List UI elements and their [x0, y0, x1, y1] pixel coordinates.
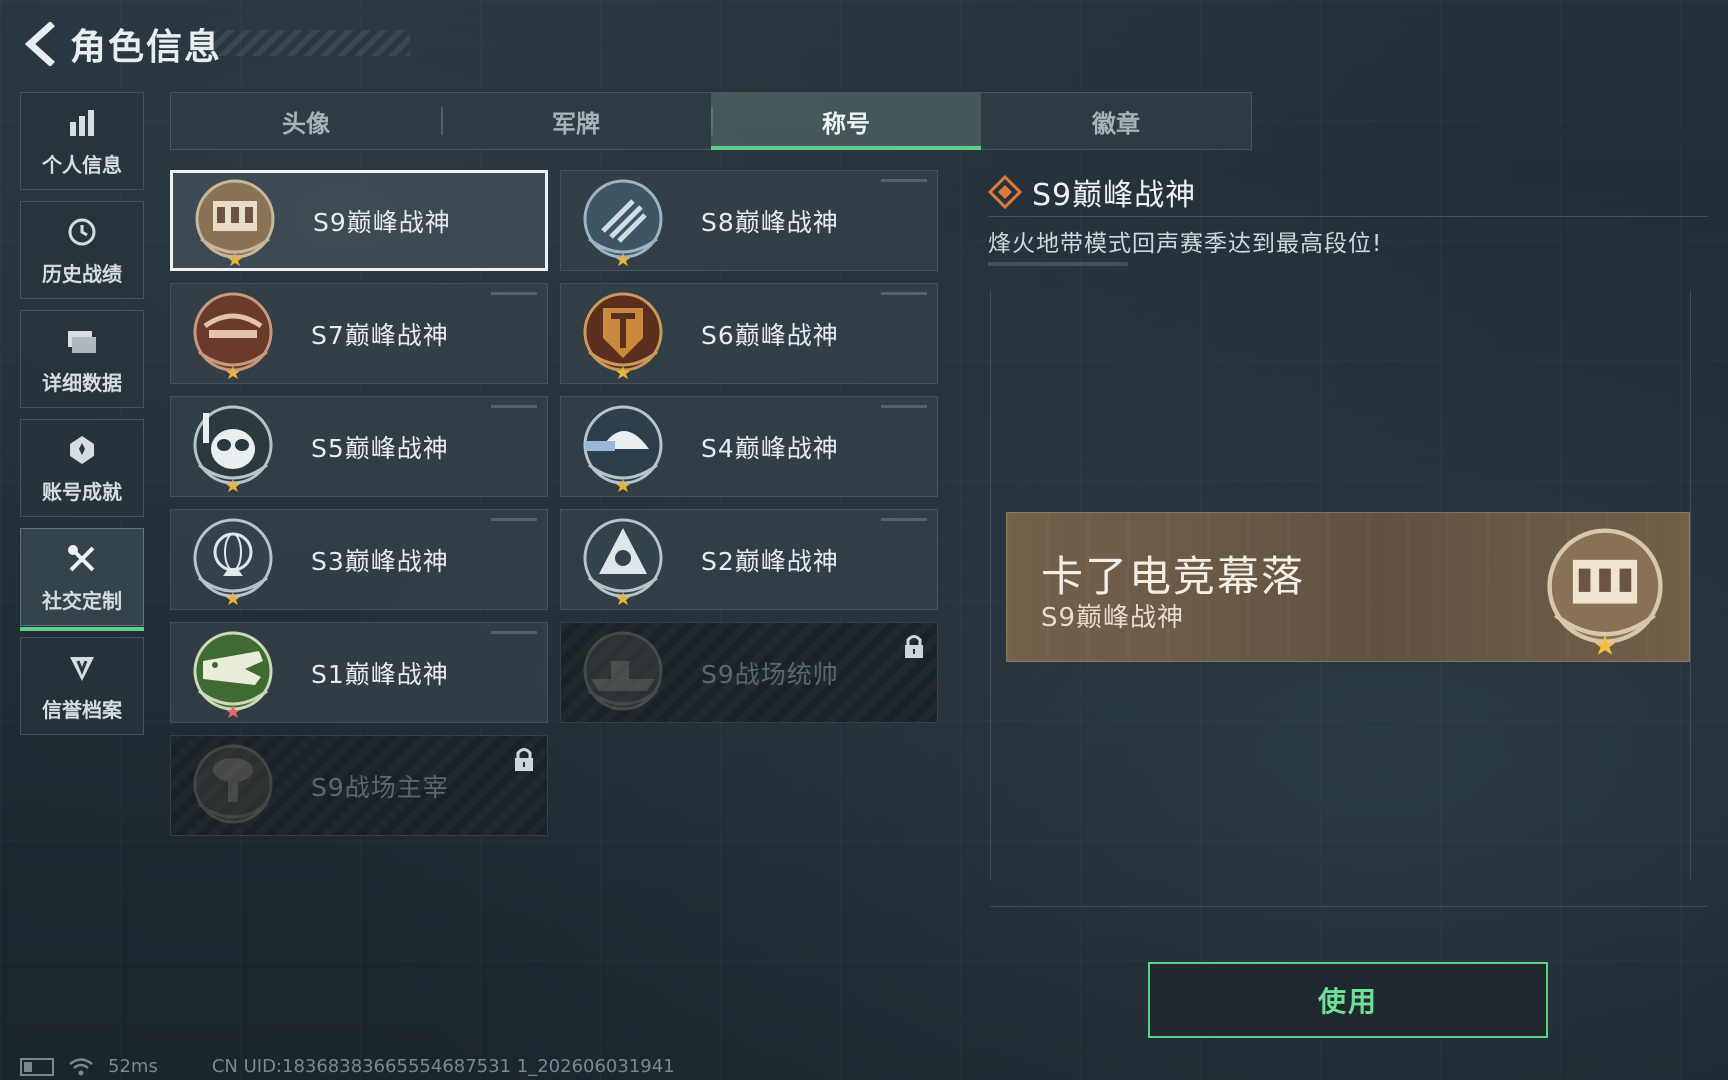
sidebar-item-social[interactable]: 社交定制 [20, 528, 144, 631]
preview-frame-right [1690, 290, 1691, 880]
preview-frame-left [990, 290, 991, 880]
title-name: S7巅峰战神 [311, 320, 449, 350]
dam-gate-emblem-icon [195, 179, 275, 266]
tab-bar: 头像 军牌 称号 徽章 [170, 92, 1252, 150]
dam-gate-emblem-icon [1547, 528, 1663, 655]
diamond-icon [988, 175, 1022, 209]
title-name: S2巅峰战神 [701, 546, 839, 576]
sidebar-item-achievements[interactable]: 账号成就 [20, 419, 144, 517]
ping-text: 52ms [108, 1056, 158, 1077]
sidebar-item-label: 个人信息 [42, 152, 122, 177]
title-card-s7-peak[interactable]: S7巅峰战神 [170, 283, 548, 384]
back-arrow-icon [24, 22, 55, 66]
title-name: S3巅峰战神 [311, 546, 449, 576]
preview-frame-bottom [990, 906, 1708, 907]
title-name: S4巅峰战神 [701, 433, 839, 463]
detail-header: S9巅峰战神 [988, 170, 1196, 214]
card-corner-decoration [491, 292, 537, 295]
tab-dogtag[interactable]: 军牌 [441, 93, 711, 149]
title-card-s4-peak[interactable]: S4巅峰战神 [560, 396, 938, 497]
title-decoration [210, 30, 410, 56]
status-footer: 52ms CN UID:18368383665554687531 1_20260… [20, 1056, 675, 1077]
title-card-s3-peak[interactable]: S3巅峰战神 [170, 509, 548, 610]
achievement-icon [64, 432, 100, 468]
card-corner-decoration [881, 179, 927, 182]
sidebar-item-reputation[interactable]: 信誉档案 [20, 637, 144, 735]
title-card-s6-peak[interactable]: S6巅峰战神 [560, 283, 938, 384]
page-title: 角色信息 [70, 27, 223, 68]
use-button[interactable]: 使用 [1148, 962, 1548, 1038]
title-card-s2-peak[interactable]: S2巅峰战神 [560, 509, 938, 610]
diver-skull-emblem-icon [193, 405, 273, 492]
title-name: S6巅峰战神 [701, 320, 839, 350]
tab-title[interactable]: 称号 [711, 93, 981, 150]
title-card-s8-peak[interactable]: S8巅峰战神 [560, 170, 938, 271]
tab-badge[interactable]: 徽章 [981, 93, 1251, 149]
sidebar: 个人信息 历史战绩 详细数据 账号成就 社交定制 信誉档案 [20, 92, 144, 746]
detail-sub-decoration [988, 262, 1128, 266]
folder-icon [64, 323, 100, 359]
detail-title: S9巅峰战神 [1032, 178, 1197, 213]
title-name: S9巅峰战神 [313, 207, 451, 237]
title-name: S8巅峰战神 [701, 207, 839, 237]
card-corner-decoration [491, 631, 537, 634]
lock-icon [515, 748, 533, 771]
back-button[interactable] [20, 20, 60, 68]
detail-divider [988, 216, 1708, 217]
card-corner-decoration [881, 292, 927, 295]
sidebar-item-details[interactable]: 详细数据 [20, 310, 144, 408]
sidebar-item-label: 详细数据 [42, 370, 122, 395]
wifi-icon [69, 1057, 93, 1075]
warship-emblem-icon [583, 631, 663, 710]
tools-icon [64, 541, 100, 577]
sidebar-item-label: 信誉档案 [42, 697, 122, 722]
sidebar-item-profile[interactable]: 个人信息 [20, 92, 144, 190]
card-corner-decoration [881, 405, 927, 408]
detail-description: 烽火地带模式回声赛季达到最高段位! [988, 231, 1383, 257]
title-card-s5-peak[interactable]: S5巅峰战神 [170, 396, 548, 497]
uid-text: CN UID:18368383665554687531 1_2026060319… [211, 1056, 675, 1077]
card-corner-decoration [491, 518, 537, 521]
preview-title: S9巅峰战神 [1041, 603, 1185, 633]
globe-emblem-icon [193, 518, 273, 605]
header: 角色信息 [20, 18, 222, 70]
title-card-s9-commander[interactable]: S9战场统帅 [560, 622, 938, 723]
title-preview-banner: 卡了电竞幕落 S9巅峰战神 [1006, 512, 1690, 662]
title-name: S1巅峰战神 [311, 659, 449, 689]
preview-player-name: 卡了电竞幕落 [1041, 552, 1306, 601]
title-name: S9战场主宰 [311, 772, 449, 802]
title-name: S9战场统帅 [701, 659, 839, 689]
mushroom-cloud-emblem-icon [193, 744, 273, 823]
battery-icon [20, 1057, 54, 1076]
sidebar-item-label: 历史战绩 [42, 261, 122, 286]
history-icon [64, 214, 100, 250]
title-card-s9-dominator[interactable]: S9战场主宰 [170, 735, 548, 836]
bar-chart-icon [64, 105, 100, 141]
sidebar-item-label: 账号成就 [42, 479, 122, 504]
reputation-icon [64, 650, 100, 686]
lock-icon [905, 635, 923, 658]
crocodile-emblem-icon [193, 631, 273, 718]
card-corner-decoration [881, 518, 927, 521]
card-corner-decoration [491, 405, 537, 408]
helmet-nvg-emblem-icon [583, 405, 663, 492]
title-card-s1-peak[interactable]: S1巅峰战神 [170, 622, 548, 723]
crossbow-emblem-icon [193, 292, 273, 379]
shield-t-emblem-icon [583, 292, 663, 379]
title-name: S5巅峰战神 [311, 433, 449, 463]
title-card-s9-peak[interactable]: S9巅峰战神 [170, 170, 548, 271]
tab-avatar[interactable]: 头像 [171, 93, 441, 149]
sidebar-item-history[interactable]: 历史战绩 [20, 201, 144, 299]
sidebar-item-label: 社交定制 [42, 588, 122, 613]
triangle-emblem-icon [583, 518, 663, 605]
blue-stripes-emblem-icon [583, 179, 663, 266]
